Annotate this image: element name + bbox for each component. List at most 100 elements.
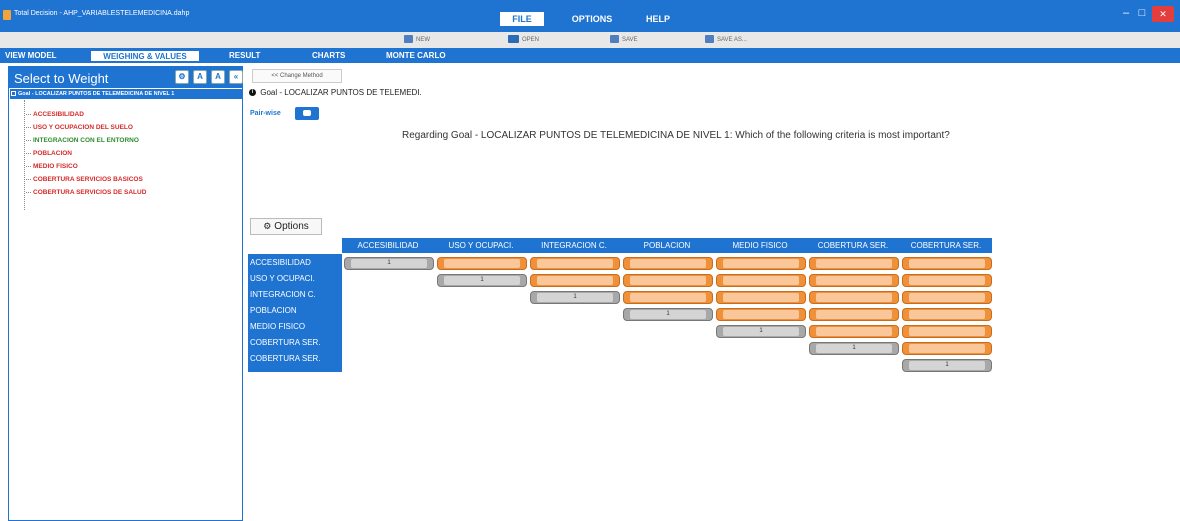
pairwise-slider[interactable] xyxy=(623,274,713,287)
slider-track xyxy=(909,293,985,302)
sidebar-header: Select to Weight ⚙ A A « xyxy=(9,67,243,88)
pairwise-slider[interactable] xyxy=(623,257,713,270)
matrix-column-label: ACCESIBILIDAD xyxy=(357,241,419,250)
new-file-icon xyxy=(404,35,413,44)
matrix-column-header: ACCESIBILIDAD USO Y OCUPACI. INTEGRACION C… xyxy=(342,238,992,253)
tree-collapse-icon[interactable] xyxy=(11,91,16,96)
pairwise-slider[interactable] xyxy=(902,325,992,338)
goal-heading: i Goal - LOCALIZAR PUNTOS DE TELEMEDI. xyxy=(249,88,422,97)
matrix-column-label: INTEGRACION C. xyxy=(541,241,607,250)
title-bar: Total Decision - AHP_VARIABLESTELEMEDICI… xyxy=(0,0,1180,32)
tree-item[interactable]: COBERTURA SERVICIOS DE SALUD xyxy=(26,188,146,198)
pairwise-slider[interactable] xyxy=(809,257,899,270)
matrix-row-label: MEDIO FISICO xyxy=(250,322,306,331)
matrix-column-label: POBLACION xyxy=(643,241,691,250)
tab-result[interactable]: RESULT xyxy=(229,50,260,62)
save-as-label: SAVE AS... xyxy=(717,37,747,43)
goal-label: Goal - LOCALIZAR PUNTOS DE TELEMEDI. xyxy=(260,88,422,97)
options-button[interactable]: ⚙ Options xyxy=(250,218,322,235)
pairwise-slider[interactable] xyxy=(902,308,992,321)
slider-track xyxy=(816,259,892,268)
collapse-icon[interactable]: « xyxy=(229,70,243,84)
maximize-button[interactable]: □ xyxy=(1136,6,1148,22)
open-button[interactable]: OPEN xyxy=(508,34,539,46)
matrix-row-label: COBERTURA SER. xyxy=(250,354,321,363)
window-title: Total Decision - AHP_VARIABLESTELEMEDICI… xyxy=(14,10,190,17)
info-icon: i xyxy=(249,89,256,97)
settings-icon[interactable]: ⚙ xyxy=(175,70,189,84)
pairwise-slider[interactable] xyxy=(716,291,806,304)
slider-track xyxy=(909,327,985,336)
slider-track xyxy=(909,276,985,285)
pairwise-slider[interactable] xyxy=(716,257,806,270)
slider-track xyxy=(723,293,799,302)
pairwise-slider[interactable] xyxy=(809,308,899,321)
tab-monte-carlo[interactable]: MONTE CARLO xyxy=(386,50,446,62)
matrix-column-label: USO Y OCUPACI. xyxy=(448,241,514,250)
tree-goal-node[interactable]: Goal - LOCALIZAR PUNTOS DE TELEMEDICINA … xyxy=(10,89,242,99)
tree-item[interactable]: POBLACION xyxy=(26,149,72,159)
matrix-diagonal-cell: 1 xyxy=(716,325,806,338)
open-label: OPEN xyxy=(522,37,540,43)
tab-view-model[interactable]: VIEW MODEL xyxy=(5,50,57,62)
slider-track xyxy=(537,276,613,285)
tree-item[interactable]: USO Y OCUPACION DEL SUELO xyxy=(26,123,133,133)
tree-item[interactable]: COBERTURA SERVICIOS BASICOS xyxy=(26,175,143,185)
matrix-column-label: COBERTURA SER. xyxy=(817,241,889,250)
matrix-row-header: ACCESIBILIDAD USO Y OCUPACI. INTEGRACION C… xyxy=(248,254,342,372)
font-decrease-icon[interactable]: A xyxy=(211,70,225,84)
slider-track xyxy=(816,276,892,285)
tab-weighing-values[interactable]: WEIGHING & VALUES xyxy=(90,50,200,62)
pairwise-slider[interactable] xyxy=(902,342,992,355)
slider-track xyxy=(816,327,892,336)
tree-item[interactable]: ACCESIBILIDAD xyxy=(26,110,84,120)
font-increase-icon[interactable]: A xyxy=(193,70,207,84)
matrix-diagonal-cell: 1 xyxy=(344,257,434,270)
pairwise-slider[interactable] xyxy=(902,291,992,304)
pairwise-slider[interactable] xyxy=(809,325,899,338)
save-button[interactable]: SAVE xyxy=(610,34,638,46)
matrix-diagonal-cell: 1 xyxy=(530,291,620,304)
pairwise-slider[interactable] xyxy=(530,274,620,287)
diagonal-value: 1 xyxy=(444,276,520,285)
slider-track xyxy=(723,259,799,268)
pairwise-slider[interactable] xyxy=(902,257,992,270)
change-method-button[interactable]: << Change Method xyxy=(252,69,342,83)
tab-charts[interactable]: CHARTS xyxy=(312,50,345,62)
menu-help[interactable]: HELP xyxy=(642,12,674,26)
diagonal-value: 1 xyxy=(816,344,892,353)
matrix-diagonal-cell: 1 xyxy=(809,342,899,355)
close-button[interactable]: ✕ xyxy=(1152,6,1174,22)
diagonal-value: 1 xyxy=(723,327,799,336)
tree-item[interactable]: INTEGRACION CON EL ENTORNO xyxy=(26,136,139,146)
slider-track xyxy=(816,310,892,319)
menu-file[interactable]: FILE xyxy=(500,12,544,26)
minimize-button[interactable]: – xyxy=(1120,6,1132,22)
pairwise-slider[interactable] xyxy=(809,274,899,287)
pairwise-slider[interactable] xyxy=(902,274,992,287)
matrix-diagonal-cell: 1 xyxy=(437,274,527,287)
pairwise-slider[interactable] xyxy=(716,308,806,321)
pairwise-slider[interactable] xyxy=(437,257,527,270)
matrix-column-label: COBERTURA SER. xyxy=(910,241,982,250)
slider-track xyxy=(723,310,799,319)
new-button[interactable]: NEW xyxy=(404,34,430,46)
pairwise-slider[interactable] xyxy=(809,291,899,304)
diagonal-value: 1 xyxy=(630,310,706,319)
save-icon xyxy=(610,35,619,44)
pairwise-slider[interactable] xyxy=(623,291,713,304)
pairwise-slider[interactable] xyxy=(530,257,620,270)
menu-options[interactable]: OPTIONS xyxy=(570,12,614,26)
tree-connector xyxy=(24,100,25,210)
matrix-row-label: ACCESIBILIDAD xyxy=(250,258,311,267)
save-as-button[interactable]: SAVE AS... xyxy=(705,34,747,46)
main-nav: VIEW MODEL WEIGHING & VALUES RESULT CHAR… xyxy=(0,48,1180,63)
pairwise-slider[interactable] xyxy=(716,274,806,287)
slider-track xyxy=(537,259,613,268)
pairwise-comment-button[interactable] xyxy=(295,107,319,120)
options-label: Options xyxy=(274,221,309,232)
tree-item[interactable]: MEDIO FISICO xyxy=(26,162,78,172)
slider-track xyxy=(444,259,520,268)
save-as-icon xyxy=(705,35,714,44)
matrix-diagonal-cell: 1 xyxy=(902,359,992,372)
